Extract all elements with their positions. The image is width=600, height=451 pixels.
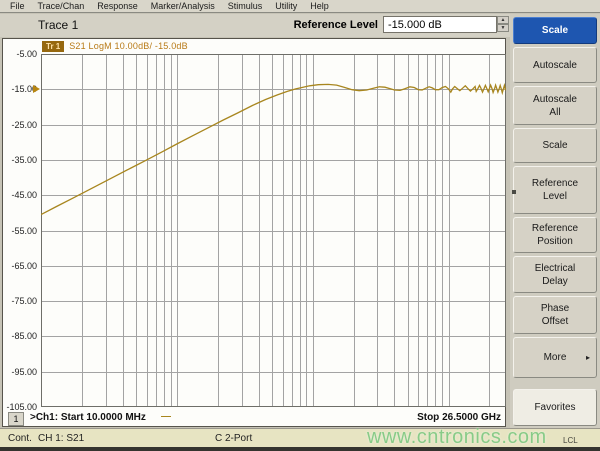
y-axis-label: -75.00 — [3, 296, 37, 306]
menu-bar: File Trace/Chan Response Marker/Analysis… — [0, 0, 600, 13]
menu-item-response[interactable]: Response — [97, 1, 138, 11]
reference-level-marker-icon — [33, 85, 40, 93]
stop-frequency-label: Stop 26.5000 GHz — [417, 412, 501, 423]
channel-status: CH 1: S21 — [38, 433, 84, 444]
y-axis-label: -95.00 — [3, 367, 37, 377]
softkey-favorites[interactable]: Favorites — [513, 389, 597, 426]
menu-item-marker-analysis[interactable]: Marker/Analysis — [151, 1, 215, 11]
softkey-scale-menu[interactable]: Scale — [513, 17, 597, 44]
y-axis-label: -15.00 — [3, 84, 37, 94]
toolbar: Trace 1 Reference Level -15.000 dB ▲ ▼ — [0, 14, 510, 37]
local-indicator: LCL — [563, 436, 578, 445]
menu-item-stimulus[interactable]: Stimulus — [228, 1, 263, 11]
start-frequency-label: >Ch1: Start 10.0000 MHz — [30, 412, 146, 423]
y-axis-labels: -5.00 -15.00 -25.00 -35.00 -45.00 -55.00 -65.0… — [3, 39, 39, 426]
y-axis-label: -105.00 — [3, 402, 37, 412]
y-axis-label: -25.00 — [3, 120, 37, 130]
softkey-reference-position[interactable]: Reference Position — [513, 217, 597, 253]
y-axis-label: -55.00 — [3, 226, 37, 236]
plot-window: Tr 1 S21 LogM 10.00dB/ -15.0dB -5.00 -15.… — [2, 38, 506, 427]
softkey-autoscale-all[interactable]: Autoscale All — [513, 86, 597, 125]
trace-title: Trace 1 — [38, 18, 78, 32]
spinner-up-icon[interactable]: ▲ — [497, 16, 509, 24]
softkey-more[interactable]: More▸ — [513, 337, 597, 378]
selection-indicator-dot — [512, 190, 516, 194]
y-axis-label: -5.00 — [3, 49, 37, 59]
softkey-electrical-delay[interactable]: Electrical Delay — [513, 256, 597, 293]
softkey-scale[interactable]: Scale — [513, 128, 597, 163]
trace-number-badge: Tr 1 — [42, 41, 64, 52]
reference-level-input[interactable]: -15.000 dB — [383, 16, 497, 33]
trace-measurement-label: S21 LogM 10.00dB/ -15.0dB — [69, 41, 188, 51]
watermark-text: www.cntronics.com — [367, 426, 547, 449]
trace-color-dash-icon: — — [161, 411, 171, 422]
spinner-down-icon[interactable]: ▼ — [497, 24, 509, 32]
menu-item-trace-chan[interactable]: Trace/Chan — [38, 1, 85, 11]
graticule-chart — [41, 54, 506, 407]
reference-level-stepper: ▲ ▼ — [497, 16, 509, 33]
menu-item-utility[interactable]: Utility — [275, 1, 297, 11]
menu-item-help[interactable]: Help — [310, 1, 329, 11]
y-axis-label: -65.00 — [3, 261, 37, 271]
softkey-sidebar: Scale Autoscale Autoscale All Scale Refe… — [510, 14, 600, 428]
y-axis-label: -35.00 — [3, 155, 37, 165]
reference-level-label: Reference Level — [258, 19, 378, 31]
softkey-autoscale[interactable]: Autoscale — [513, 47, 597, 83]
softkey-phase-offset[interactable]: Phase Offset — [513, 296, 597, 334]
sweep-status: Cont. — [8, 433, 32, 444]
channel-badge: 1 — [8, 412, 24, 426]
y-axis-label: -85.00 — [3, 331, 37, 341]
submenu-arrow-icon: ▸ — [586, 353, 590, 362]
y-axis-label: -45.00 — [3, 190, 37, 200]
softkey-reference-level[interactable]: Reference Level — [513, 166, 597, 214]
menu-item-file[interactable]: File — [10, 1, 25, 11]
trace-info-line: Tr 1 S21 LogM 10.00dB/ -15.0dB — [42, 40, 188, 52]
correction-status: C 2-Port — [215, 433, 252, 444]
